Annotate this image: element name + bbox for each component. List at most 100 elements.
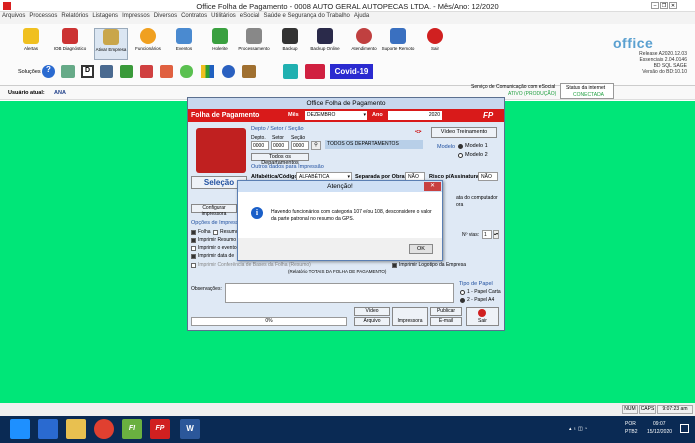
user-icon — [140, 28, 156, 44]
menu-processos[interactable]: Processos — [27, 12, 59, 20]
user-name: ANA — [54, 90, 66, 96]
folha-checkbox[interactable] — [191, 230, 196, 235]
windows-start-icon[interactable] — [10, 419, 30, 439]
notifications-icon[interactable] — [680, 424, 689, 433]
restore-button[interactable]: ❐ — [660, 2, 668, 9]
calculator-icon[interactable] — [61, 65, 75, 78]
d-icon[interactable]: D — [81, 65, 94, 78]
imprimir-evento-checkbox[interactable] — [191, 246, 196, 251]
secao-input[interactable] — [291, 141, 309, 150]
depto-description: TODOS OS DEPARTAMENTOS — [325, 140, 423, 149]
sheet-icon[interactable] — [120, 65, 133, 78]
nvias-input[interactable] — [482, 230, 492, 239]
toolbar-suporte[interactable]: Suporte Remoto — [381, 28, 415, 60]
toolbar-funcionarios[interactable]: Funcionários — [131, 28, 165, 60]
todos-departamentos-button[interactable]: Todos os Departamentos — [251, 153, 309, 166]
papel-carta-radio[interactable] — [460, 290, 465, 295]
progress-bar: 0% — [191, 317, 347, 326]
minimize-button[interactable]: ‒ — [651, 2, 659, 9]
toolbar-sair[interactable]: Sair — [418, 28, 452, 60]
close-button[interactable]: ✕ — [669, 2, 677, 9]
toolbar-backup[interactable]: Backup — [273, 28, 307, 60]
video-treinamento-button[interactable]: Vídeo Treinamento — [431, 127, 497, 138]
imprimir-resumo-checkbox[interactable] — [191, 238, 196, 243]
menu-relatorios[interactable]: Relatórios — [59, 12, 90, 20]
taskbar: FI FP W ▴ ♁ ◫ ◔ POR PTB2 09:07 15/12/202… — [0, 416, 695, 443]
solucoes-label: Soluções — [18, 69, 41, 75]
arquivo-button[interactable]: Arquivo — [354, 317, 390, 326]
chevron-down-icon: ▾ — [363, 112, 366, 118]
menu-arquivos[interactable]: Arquivos — [0, 12, 27, 20]
mes-select[interactable]: DEZEMBRO ▾ — [305, 111, 367, 120]
menu-saude[interactable]: Saúde e Segurança do Trabalho — [261, 12, 351, 20]
email-button[interactable]: E-mail — [430, 317, 462, 326]
publicar-button[interactable]: Publicar — [430, 307, 462, 316]
toolbar-ativar-empresa[interactable]: Ativar Empresa — [94, 28, 128, 60]
toolbar-holerite[interactable]: Holerite — [203, 28, 237, 60]
qr-icon[interactable] — [283, 64, 298, 79]
papel-a4-radio[interactable] — [460, 298, 465, 303]
word-icon[interactable]: W — [180, 419, 200, 439]
clock-date: 15/12/2020 — [647, 429, 673, 435]
header-title: Folha de Pagamento — [191, 112, 260, 119]
imprimir-data-checkbox[interactable] — [191, 254, 196, 259]
observacoes-textarea[interactable] — [225, 283, 454, 303]
video-icon: •◘• — [415, 129, 422, 135]
ano-input[interactable]: 2020 — [388, 111, 442, 120]
depto-input[interactable] — [251, 141, 269, 150]
refresh-icon[interactable] — [180, 65, 193, 78]
chrome-icon[interactable] — [94, 419, 114, 439]
toolbar-atendimento[interactable]: Atendimento — [347, 28, 381, 60]
tray-icons[interactable]: ▴ ♁ ◫ ◔ — [569, 426, 587, 432]
chart-icon[interactable] — [160, 65, 173, 78]
menu-diversos[interactable]: Diversos — [152, 12, 179, 20]
toolbar-eventos[interactable]: Eventos — [167, 28, 201, 60]
cloud-backup-icon — [317, 28, 333, 44]
status-clock: 9:07:23 am — [657, 405, 693, 414]
modelo-1-radio[interactable] — [458, 144, 463, 149]
nvias-stepper[interactable]: ▴▾ — [493, 230, 499, 239]
disk-icon[interactable] — [100, 65, 113, 78]
office-logo: office — [613, 35, 654, 51]
headset-icon — [356, 28, 372, 44]
dialog-close-button[interactable]: ✕ — [424, 182, 441, 191]
globe-icon[interactable] — [222, 65, 235, 78]
menu-esocial[interactable]: eSocial — [238, 12, 262, 20]
caps-lock-indicator: CAPS — [639, 405, 656, 414]
covid-button[interactable]: Covid-19 — [330, 64, 373, 79]
file-explorer-icon[interactable] — [66, 419, 86, 439]
menu-listagens[interactable]: Listagens — [90, 12, 120, 20]
toolbar-iob[interactable]: IOB Diagnóstico — [53, 28, 87, 60]
setor-input[interactable] — [271, 141, 289, 150]
help-icon[interactable]: ? — [42, 65, 55, 78]
menu-impressos[interactable]: Impressos — [120, 12, 152, 20]
menu-ajuda[interactable]: Ajuda — [352, 12, 371, 20]
resumo-checkbox[interactable] — [213, 230, 218, 235]
menu-utilitarios[interactable]: Utilitários — [209, 12, 238, 20]
video-button[interactable]: Vídeo — [354, 307, 390, 316]
search-icon[interactable]: ⚲ — [311, 141, 321, 150]
toolbar: Alertas IOB Diagnóstico Ativar Empresa F… — [0, 24, 695, 86]
tools-icon[interactable] — [140, 65, 153, 78]
message-icon[interactable] — [305, 64, 325, 79]
task-view-icon[interactable] — [38, 419, 58, 439]
modelo-2-radio[interactable] — [458, 153, 463, 158]
configurar-impressora-button[interactable]: Configurar impressora — [191, 204, 237, 217]
logotipo-checkbox[interactable] — [392, 263, 397, 268]
dialog-title: Atenção! — [238, 181, 442, 192]
toolbar-backup-online[interactable]: Backup Online — [308, 28, 342, 60]
conferencia-checkbox[interactable] — [191, 263, 196, 268]
bar-chart-icon[interactable] — [201, 65, 214, 78]
impressora-button[interactable]: Impressora — [392, 307, 428, 326]
users-icon[interactable] — [242, 65, 256, 78]
fi-app-icon[interactable]: FI — [122, 419, 142, 439]
payroll-header: Folha de Pagamento Mês DEZEMBRO ▾ Ano 202… — [188, 109, 504, 122]
toolbar-alertas[interactable]: Alertas — [14, 28, 48, 60]
risco-select[interactable]: NÃO — [478, 172, 498, 181]
fp-app-icon[interactable]: FP — [150, 419, 170, 439]
version-line: Versão do BD:10.10 — [642, 69, 687, 75]
payroll-illustration — [196, 128, 246, 173]
toolbar-processamento[interactable]: Processamento — [237, 28, 271, 60]
ok-button[interactable]: OK — [409, 244, 433, 254]
menu-contratos[interactable]: Contratos — [179, 12, 209, 20]
